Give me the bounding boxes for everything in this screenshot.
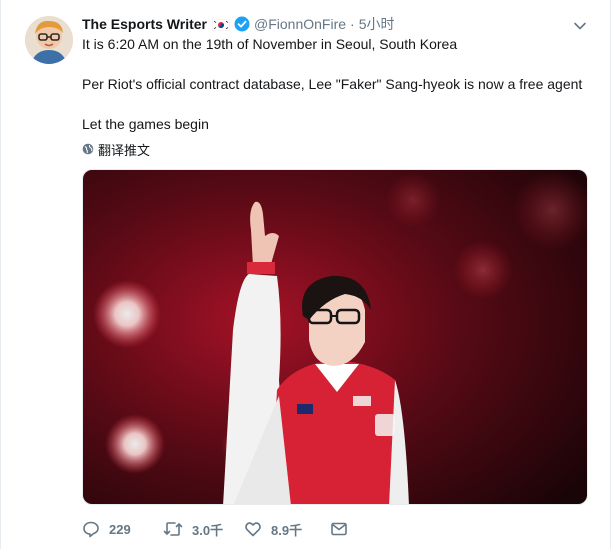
author-handle[interactable]: @FionnOnFire <box>254 16 346 32</box>
separator-dot: · <box>350 16 355 32</box>
reply-count: 229 <box>109 521 131 537</box>
retweet-count: 3.0千 <box>192 522 224 538</box>
direct-message-button[interactable] <box>330 520 357 538</box>
like-icon <box>245 522 261 537</box>
tweet-text-line-1: It is 6:20 AM on the 19th of November in… <box>82 36 458 52</box>
avatar[interactable] <box>25 16 73 64</box>
tweet-text-line-3: Let the games begin <box>82 116 209 132</box>
korea-flag-icon <box>211 18 231 32</box>
message-icon <box>331 522 347 536</box>
translate-label: 翻译推文 <box>98 142 151 158</box>
author-name[interactable]: The Esports Writer <box>82 16 207 32</box>
translate-tweet-link[interactable]: 翻译推文 <box>82 140 150 158</box>
tweet-text-line-2: Per Riot's official contract database, L… <box>82 76 583 92</box>
verified-badge-icon <box>234 16 250 32</box>
avatar-image <box>25 16 73 64</box>
chevron-down-icon[interactable] <box>572 18 588 34</box>
like-button[interactable]: 8.9千 <box>244 520 330 539</box>
globe-icon <box>82 143 94 155</box>
retweet-icon <box>163 522 183 536</box>
tweet-photo[interactable] <box>82 169 588 505</box>
tweet-actions: 229 3.0千 8.9千 <box>82 515 357 543</box>
tweet-card[interactable]: The Esports Writer @FionnOnFire · 5小时 It… <box>0 0 611 549</box>
retweet-button[interactable]: 3.0千 <box>163 520 244 539</box>
reply-button[interactable]: 229 <box>82 520 163 538</box>
tweet-timestamp[interactable]: 5小时 <box>359 14 395 34</box>
like-count: 8.9千 <box>271 522 303 538</box>
reply-icon <box>83 521 99 538</box>
photo-player-waving <box>83 170 587 504</box>
tweet-header: The Esports Writer @FionnOnFire · 5小时 <box>82 14 395 34</box>
